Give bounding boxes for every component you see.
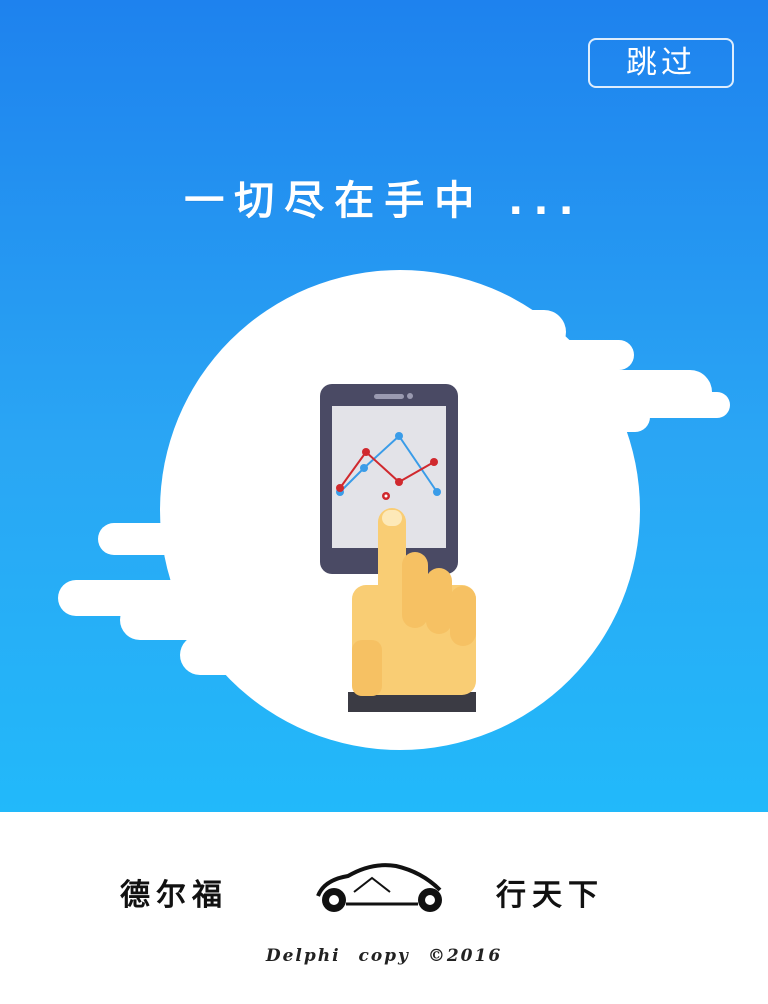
splash-headline: 一切尽在手中 ... [184,178,584,224]
splash-illustration [58,270,730,750]
skip-button[interactable]: 跳过 [588,38,734,88]
brand-name-left: 德尔福 [120,878,228,913]
copyright-text: Delphi copy ©2016 [265,946,503,966]
car-logo-icon [316,863,442,912]
splash-hero: 跳过 一切尽在手中 ... [0,0,768,812]
brand-name-right: 行天下 [496,878,604,913]
